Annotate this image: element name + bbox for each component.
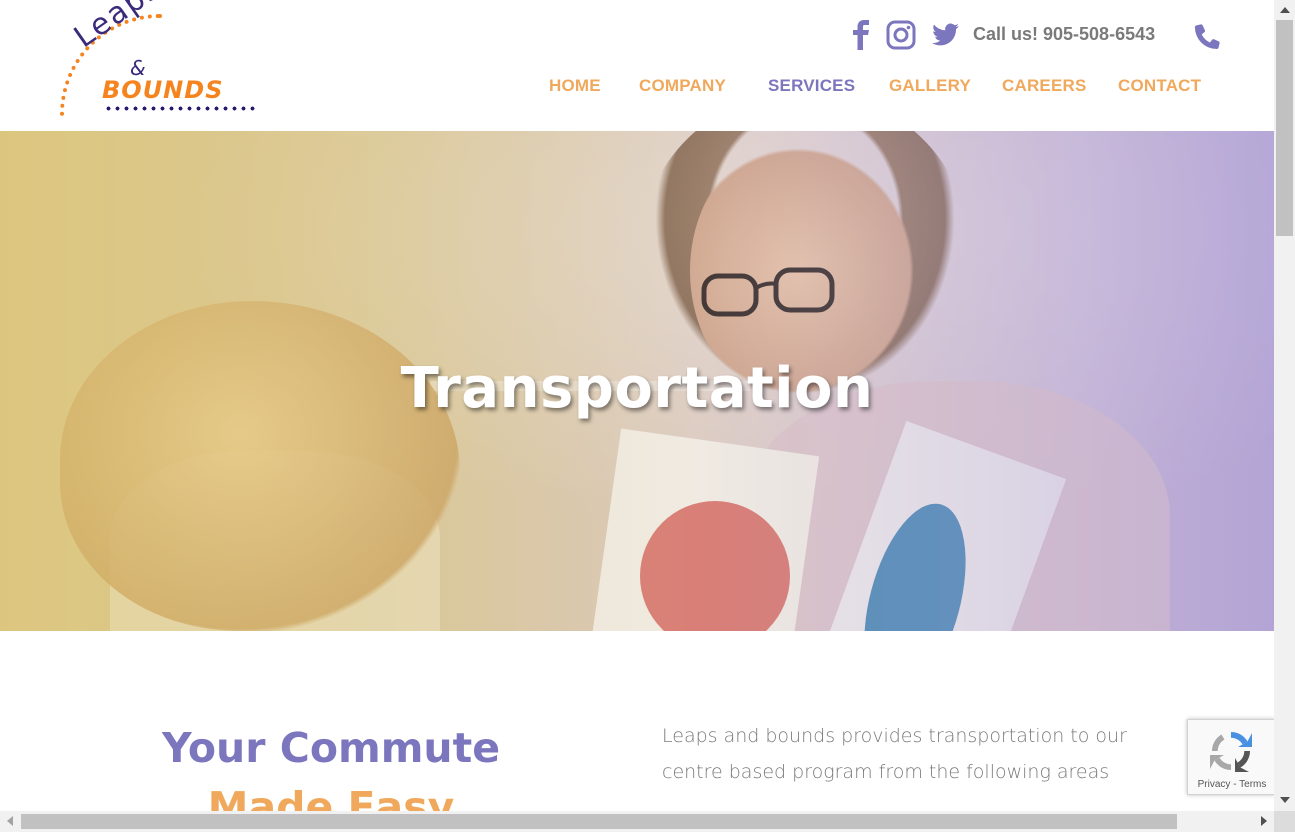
section-heading-line-1: Your Commute	[161, 724, 501, 772]
nav-gallery[interactable]: GALLERY	[889, 76, 971, 96]
scroll-right-arrow-icon[interactable]	[1261, 816, 1267, 826]
horizontal-scrollbar[interactable]	[0, 811, 1274, 832]
scroll-down-arrow-icon[interactable]	[1280, 797, 1290, 803]
nav-contact[interactable]: CONTACT	[1118, 76, 1201, 96]
call-us-text[interactable]: Call us! 905-508-6543	[973, 24, 1155, 45]
nav-company[interactable]: COMPANY	[639, 76, 726, 96]
scroll-left-arrow-icon[interactable]	[7, 816, 13, 826]
vertical-scroll-thumb[interactable]	[1276, 20, 1293, 236]
hero-banner: Transportation	[0, 131, 1274, 631]
phone-icon[interactable]	[1192, 20, 1222, 50]
instagram-icon[interactable]	[886, 18, 916, 52]
intro-section: Your Commute Made Easy Leaps and bounds …	[0, 631, 1274, 831]
recaptcha-links[interactable]: Privacy - Terms	[1188, 779, 1276, 790]
twitter-icon[interactable]	[932, 18, 960, 52]
horizontal-scroll-thumb[interactable]	[21, 814, 1177, 829]
scrollbar-corner	[1274, 811, 1295, 832]
nav-services[interactable]: SERVICES	[768, 76, 855, 96]
facebook-icon[interactable]	[852, 18, 872, 52]
page-title: Transportation	[400, 356, 874, 421]
logo-dotted-line	[104, 106, 256, 111]
vertical-scrollbar[interactable]	[1274, 0, 1295, 811]
scroll-up-arrow-icon[interactable]	[1280, 7, 1290, 13]
nav-home[interactable]: HOME	[549, 76, 601, 96]
site-header: Leaps & BOUNDS Call us! 905-508-6543 HOM…	[0, 0, 1274, 131]
intro-paragraph: Leaps and bounds provides transportation…	[662, 725, 1127, 783]
recaptcha-badge[interactable]: Privacy - Terms	[1187, 719, 1275, 795]
main-nav: HOME COMPANY SERVICES GALLERY CAREERS CO…	[0, 76, 1274, 102]
nav-careers[interactable]: CAREERS	[1002, 76, 1087, 96]
recaptcha-icon	[1210, 731, 1252, 772]
